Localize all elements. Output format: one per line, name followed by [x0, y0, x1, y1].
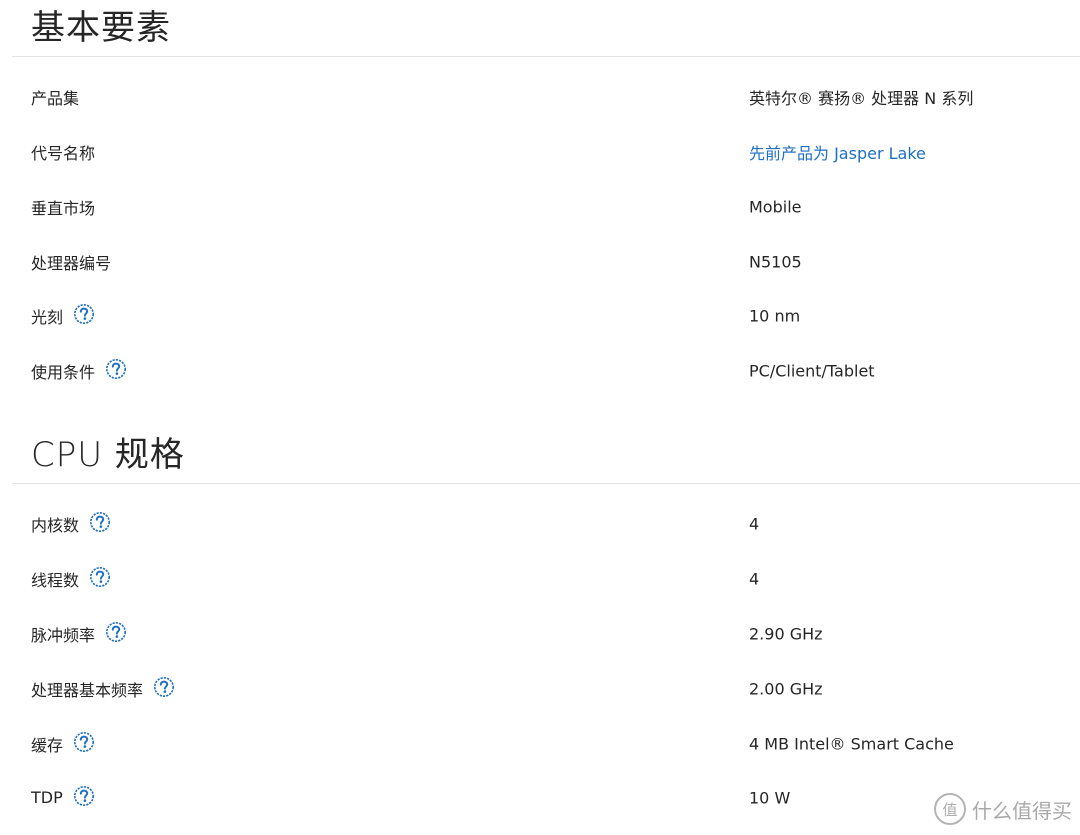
spec-label: TDP — [31, 785, 95, 809]
question-circle-icon[interactable] — [105, 358, 127, 380]
code-name-link[interactable]: 先前产品为 Jasper Lake — [749, 144, 926, 163]
spec-row-tdp: TDP 10 W — [0, 770, 1080, 825]
spec-label: 处理器基本频率 — [31, 676, 175, 701]
spec-value: 4 — [749, 514, 760, 533]
question-circle-icon[interactable] — [153, 676, 175, 698]
spec-label: 脉冲频率 — [31, 621, 127, 646]
question-circle-icon[interactable] — [73, 303, 95, 325]
spec-value: PC/Client/Tablet — [749, 361, 875, 380]
question-circle-icon[interactable] — [105, 621, 127, 643]
spec-value: 先前产品为 Jasper Lake — [749, 140, 926, 164]
spec-value: 4 — [749, 569, 760, 588]
spec-row-processor-number: 处理器编号 N5105 — [0, 234, 1080, 289]
question-circle-icon[interactable] — [73, 785, 95, 807]
spec-value: N5105 — [749, 252, 802, 271]
section-title-cpu: CPU 规格 — [31, 435, 185, 475]
spec-row-product-collection: 产品集 英特尔® 赛扬® 处理器 N 系列 — [0, 69, 1080, 124]
question-circle-icon[interactable] — [89, 566, 111, 588]
spec-value: 2.00 GHz — [749, 679, 823, 698]
spec-label: 代号名称 — [31, 143, 96, 163]
section-title-basic: 基本要素 — [31, 8, 171, 48]
spec-label: 产品集 — [31, 88, 80, 108]
spec-row-code-name: 代号名称 先前产品为 Jasper Lake — [0, 124, 1080, 179]
site-watermark: 值 什么值得买 — [934, 793, 1072, 825]
spec-label: 内核数 — [31, 511, 111, 536]
spec-row-lithography: 光刻 10 nm — [0, 288, 1080, 343]
spec-row-threads: 线程数 4 — [0, 551, 1080, 606]
spec-row-cores: 内核数 4 — [0, 496, 1080, 551]
spec-row-cache: 缓存 4 MB Intel® Smart Cache — [0, 716, 1080, 771]
spec-label: 使用条件 — [31, 358, 127, 383]
spec-row-use-conditions: 使用条件 PC/Client/Tablet — [0, 343, 1080, 398]
spec-value: 2.90 GHz — [749, 624, 823, 643]
spec-value: 10 W — [749, 788, 791, 807]
question-circle-icon[interactable] — [89, 511, 111, 533]
spec-label: 缓存 — [31, 731, 95, 756]
spec-row-burst-frequency: 脉冲频率 2.90 GHz — [0, 606, 1080, 661]
spec-label: 线程数 — [31, 566, 111, 591]
spec-label: 处理器编号 — [31, 253, 112, 273]
spec-value: 4 MB Intel® Smart Cache — [749, 734, 954, 753]
section-divider — [12, 56, 1080, 57]
spec-row-base-frequency: 处理器基本频率 2.00 GHz — [0, 661, 1080, 716]
spec-value: Mobile — [749, 197, 802, 216]
section-divider — [12, 483, 1080, 484]
question-circle-icon[interactable] — [73, 731, 95, 753]
spec-row-vertical-segment: 垂直市场 Mobile — [0, 179, 1080, 234]
spec-label: 垂直市场 — [31, 198, 96, 218]
spec-value: 英特尔® 赛扬® 处理器 N 系列 — [749, 88, 974, 108]
spec-value: 10 nm — [749, 306, 801, 325]
watermark-logo-icon: 值 — [934, 793, 966, 825]
watermark-text: 什么值得买 — [972, 798, 1072, 823]
spec-label: 光刻 — [31, 303, 95, 328]
